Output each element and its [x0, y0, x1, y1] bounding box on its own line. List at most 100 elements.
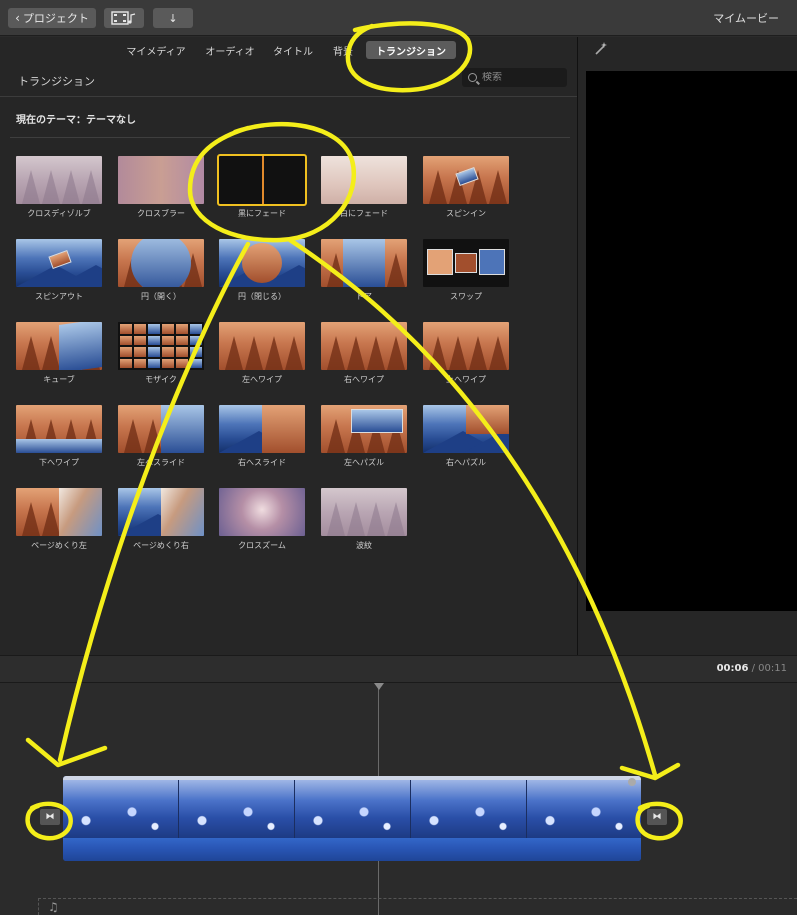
music-note-icon: ♫: [48, 900, 59, 914]
wipe-region: [16, 438, 102, 453]
transition-thumbnail[interactable]: [423, 239, 509, 287]
transition-item[interactable]: 左へワイプ: [219, 322, 305, 384]
transition-item[interactable]: 右へパズル: [423, 405, 509, 467]
clip-frame: [295, 780, 411, 838]
mosaic-tile: [162, 347, 174, 357]
tree-shape: [327, 336, 345, 370]
transition-thumbnail[interactable]: [118, 488, 204, 536]
transition-item[interactable]: クロスディゾルブ: [16, 156, 102, 218]
split-line: [262, 156, 264, 204]
tree-shape: [62, 170, 80, 204]
transition-label: 白にフェード: [340, 209, 388, 218]
transition-slot-start[interactable]: ⧓: [40, 809, 60, 825]
transition-thumbnail[interactable]: [321, 156, 407, 204]
transition-thumbnail[interactable]: [321, 322, 407, 370]
transition-thumbnail[interactable]: [16, 488, 102, 536]
transition-thumbnail[interactable]: [118, 405, 204, 453]
transition-item[interactable]: 円（開く）: [118, 239, 204, 301]
transition-item[interactable]: スピンイン: [423, 156, 509, 218]
transition-thumbnail[interactable]: [219, 488, 305, 536]
transition-item[interactable]: 下へワイプ: [16, 405, 102, 467]
transition-item[interactable]: 左へパズル: [321, 405, 407, 467]
transition-item[interactable]: キューブ: [16, 322, 102, 384]
transition-item[interactable]: 上へワイプ: [423, 322, 509, 384]
mosaic-tile: [148, 324, 160, 334]
transition-thumbnail[interactable]: [423, 156, 509, 204]
transition-thumbnail[interactable]: [321, 405, 407, 453]
current-time: 00:06: [716, 663, 749, 674]
transition-item[interactable]: クロスブラー: [118, 156, 204, 218]
transition-thumbnail[interactable]: [118, 239, 204, 287]
transition-thumbnail[interactable]: [16, 405, 102, 453]
tab-3[interactable]: 背景: [324, 41, 362, 59]
transition-label: 上へワイプ: [446, 375, 486, 384]
transition-label: スワップ: [450, 292, 482, 301]
tree-shape: [22, 502, 40, 536]
search-input[interactable]: [482, 72, 562, 83]
mosaic-tile: [176, 358, 188, 368]
transition-item[interactable]: 黒にフェード: [217, 154, 307, 218]
transition-item[interactable]: ページめくり左: [16, 488, 102, 550]
transition-item[interactable]: 右へワイプ: [321, 322, 407, 384]
mosaic-tile: [148, 358, 160, 368]
transition-label: 左へパズル: [344, 458, 384, 467]
clip-frame: [527, 780, 641, 838]
transition-bowtie-icon: ⧓: [45, 812, 55, 822]
transition-thumbnail[interactable]: [423, 322, 509, 370]
transition-item[interactable]: スワップ: [423, 239, 509, 301]
tab-4[interactable]: トランジション: [366, 41, 456, 59]
video-clip[interactable]: [63, 776, 641, 861]
transition-thumbnail[interactable]: [118, 322, 204, 370]
transition-item[interactable]: クロスズーム: [219, 488, 305, 550]
panel-title: トランジション: [18, 75, 95, 88]
transition-item[interactable]: 波紋: [321, 488, 407, 550]
transition-label: 円（開く）: [141, 292, 181, 301]
transition-thumbnail[interactable]: [16, 239, 102, 287]
clip-frame: [179, 780, 295, 838]
transition-thumbnail[interactable]: [321, 488, 407, 536]
back-to-projects-button[interactable]: ‹ プロジェクト: [8, 8, 96, 28]
transition-thumbnail[interactable]: [423, 405, 509, 453]
transition-item[interactable]: 円（閉じる）: [219, 239, 305, 301]
transition-thumbnail[interactable]: [321, 239, 407, 287]
media-browser-button[interactable]: [104, 8, 144, 28]
transition-thumbnail[interactable]: [217, 154, 307, 206]
tab-1[interactable]: オーディオ: [198, 41, 262, 59]
film-music-icon: [111, 11, 136, 25]
transition-item[interactable]: スピンアウト: [16, 239, 102, 301]
transition-slot-end[interactable]: ⧓: [647, 809, 667, 825]
timeline[interactable]: ⧓ ⧓ ♫: [0, 683, 797, 915]
transition-label: クロスディゾルブ: [27, 209, 91, 218]
transition-thumbnail[interactable]: [118, 156, 204, 204]
transition-item[interactable]: ドア: [321, 239, 407, 301]
transition-item[interactable]: 左へスライド: [118, 405, 204, 467]
circle-shape: [242, 243, 282, 283]
clip-end-marker[interactable]: [628, 778, 636, 786]
magic-wand-icon[interactable]: [593, 41, 609, 61]
transition-thumbnail[interactable]: [16, 322, 102, 370]
transition-item[interactable]: ページめくり右: [118, 488, 204, 550]
transition-thumbnail[interactable]: [219, 405, 305, 453]
transition-thumbnail[interactable]: [219, 239, 305, 287]
tab-0[interactable]: マイメディア: [118, 41, 194, 59]
timecode: 00:06 / 00:11: [717, 663, 787, 674]
transition-thumbnail[interactable]: [219, 322, 305, 370]
transition-label: 右へワイプ: [344, 375, 384, 384]
transition-item[interactable]: 右へスライド: [219, 405, 305, 467]
transition-item[interactable]: モザイク: [118, 322, 204, 384]
tab-2[interactable]: タイトル: [266, 41, 320, 59]
transition-item[interactable]: 白にフェード: [321, 156, 407, 218]
transition-bowtie-icon: ⧓: [652, 812, 662, 822]
mosaic-tiles: [118, 322, 204, 370]
tree-shape: [489, 336, 507, 370]
playhead-handle[interactable]: [374, 683, 384, 690]
search-box[interactable]: [462, 68, 567, 87]
transition-label: 左へスライド: [137, 458, 185, 467]
import-button[interactable]: ↓: [153, 8, 193, 28]
music-track-well[interactable]: [38, 898, 797, 915]
transition-thumbnail[interactable]: [16, 156, 102, 204]
swap-card: [455, 253, 477, 273]
browser-tabs: マイメディア オーディオ タイトル 背景 トランジション: [0, 37, 577, 63]
mosaic-tile: [134, 335, 146, 345]
content-browser: マイメディアオーディオタイトル背景トランジション トランジション 現在のテーマ：…: [0, 37, 577, 655]
